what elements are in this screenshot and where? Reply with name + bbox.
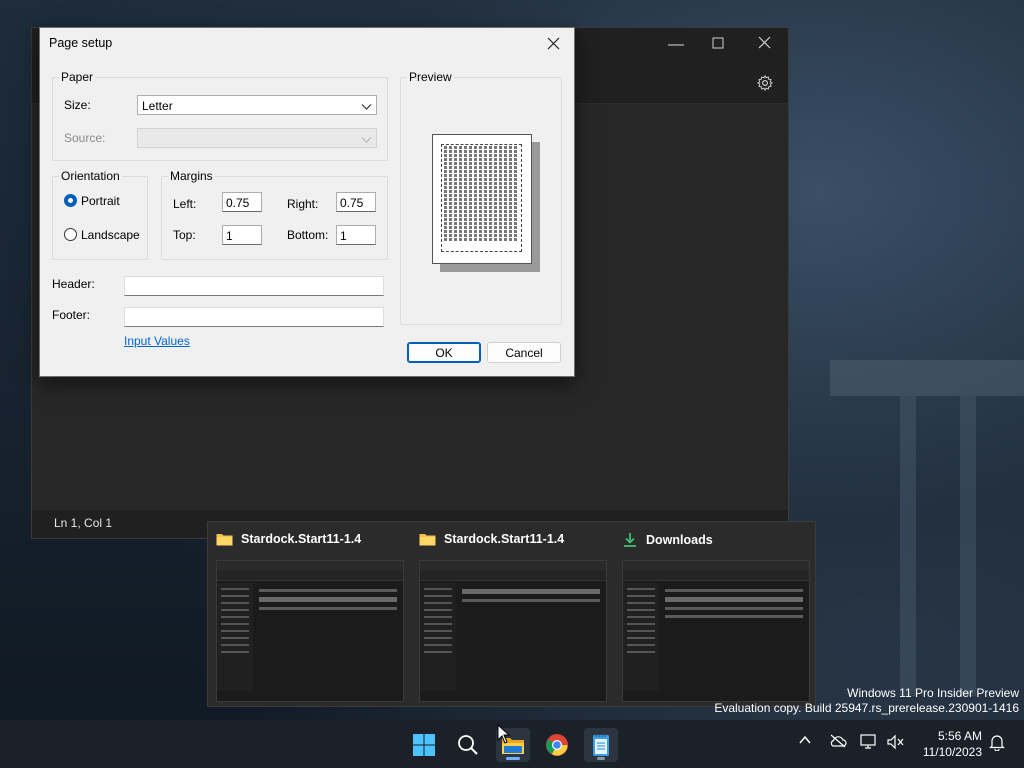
bottom-margin-value: 1 [340, 229, 347, 243]
right-margin-input[interactable]: 0.75 [336, 192, 376, 212]
folder-icon [419, 534, 436, 546]
start-button[interactable] [407, 728, 441, 762]
thumbnail-title: Stardock.Start11-1.4 [216, 532, 361, 546]
size-label: Size: [64, 98, 91, 112]
notifications-bell-icon[interactable] [989, 734, 1005, 754]
footer-input[interactable] [124, 307, 384, 327]
download-icon [624, 533, 636, 547]
paper-group-label: Paper [59, 70, 96, 84]
preview-text-lines [442, 146, 521, 241]
show-hidden-icons-chevron-icon[interactable] [799, 734, 811, 748]
settings-gear-icon[interactable] [756, 74, 774, 95]
thumbnail-preview [216, 560, 404, 702]
running-indicator [506, 757, 520, 760]
preview-page [432, 134, 532, 264]
orientation-group-label: Orientation [59, 169, 122, 183]
search-icon [458, 735, 478, 755]
clock-time: 5:56 AM [937, 729, 982, 743]
header-input[interactable] [124, 276, 384, 296]
paper-group: Paper Size: Letter Source: [52, 70, 388, 161]
input-values-link[interactable]: Input Values [124, 334, 190, 348]
taskbar-thumbnail-flyout: Stardock.Start11-1.4 Stardock.Start11-1.… [207, 521, 816, 707]
ok-button[interactable]: OK [407, 342, 481, 363]
dialog-title: Page setup [49, 36, 113, 50]
maximize-icon[interactable] [704, 36, 732, 54]
search-button[interactable] [451, 728, 485, 762]
watermark-line-2: Evaluation copy. Build 25947.rs_prerelea… [714, 701, 1019, 715]
wallpaper-table-leg [960, 396, 976, 696]
network-icon[interactable] [860, 734, 878, 753]
thumbnail-preview [622, 560, 810, 702]
mouse-cursor-icon [497, 724, 511, 744]
landscape-label[interactable]: Landscape [81, 228, 140, 242]
notepad-icon [593, 734, 609, 756]
top-margin-label: Top: [173, 228, 196, 242]
size-select[interactable]: Letter [137, 95, 377, 115]
orientation-group: Orientation Portrait Landscape [52, 169, 148, 260]
footer-label: Footer: [52, 308, 91, 322]
left-margin-label: Left: [173, 197, 197, 211]
right-margin-label: Right: [287, 197, 319, 211]
running-indicator [597, 757, 605, 760]
windows-logo-icon [413, 734, 435, 756]
preview-group: Preview [400, 70, 562, 325]
bottom-margin-input[interactable]: 1 [336, 225, 376, 245]
source-select [137, 128, 377, 148]
dialog-close-button[interactable] [540, 32, 566, 54]
bottom-margin-label: Bottom: [287, 228, 329, 242]
top-margin-input[interactable]: 1 [222, 225, 262, 245]
wallpaper-table-leg [900, 396, 916, 696]
size-select-value: Letter [142, 99, 173, 113]
left-margin-value: 0.75 [226, 196, 250, 210]
right-margin-value: 0.75 [340, 196, 364, 210]
thumbnail-title: Downloads [622, 532, 713, 548]
chrome-icon [546, 734, 568, 756]
thumbnail-preview [419, 560, 607, 702]
wallpaper-table [830, 360, 1024, 396]
cursor-position: Ln 1, Col 1 [54, 516, 113, 530]
thumbnail-downloads[interactable]: Downloads [614, 522, 814, 708]
thumbnail-explorer-2[interactable]: Stardock.Start11-1.4 [411, 522, 611, 708]
taskbar-chrome[interactable] [540, 728, 574, 762]
onedrive-offline-icon[interactable] [829, 734, 847, 751]
page-setup-dialog: Page setup Paper Size: Letter Source: Or… [39, 27, 575, 377]
minimize-icon[interactable]: — [662, 36, 690, 54]
taskbar-clock[interactable]: 5:56 AM 11/10/2023 [923, 728, 982, 760]
preview-group-label: Preview [407, 70, 454, 84]
margins-group: Margins Left: 0.75 Right: 0.75 Top: 1 Bo… [161, 169, 388, 260]
watermark-line-1: Windows 11 Pro Insider Preview [847, 686, 1019, 700]
left-margin-input[interactable]: 0.75 [222, 192, 262, 212]
thumbnail-explorer-1[interactable]: Stardock.Start11-1.4 [208, 522, 408, 708]
thumbnail-title-text: Stardock.Start11-1.4 [444, 532, 565, 546]
source-label: Source: [64, 131, 106, 145]
preview-margin-box [441, 144, 522, 252]
thumbnail-title-text: Stardock.Start11-1.4 [241, 532, 362, 546]
thumbnail-title: Stardock.Start11-1.4 [419, 532, 564, 546]
chevron-down-icon [361, 133, 372, 147]
landscape-radio[interactable] [64, 228, 77, 241]
taskbar: 5:56 AM 11/10/2023 [0, 720, 1024, 768]
folder-icon [216, 534, 233, 546]
top-margin-value: 1 [226, 229, 233, 243]
evaluation-watermark: Windows 11 Pro Insider Preview Evaluatio… [714, 686, 1019, 716]
taskbar-notepad[interactable] [584, 728, 618, 762]
cancel-button[interactable]: Cancel [487, 342, 561, 363]
close-icon[interactable] [750, 36, 778, 54]
portrait-radio[interactable] [64, 194, 77, 207]
header-label: Header: [52, 277, 95, 291]
chevron-down-icon [361, 100, 372, 114]
portrait-label[interactable]: Portrait [81, 194, 120, 208]
volume-muted-icon[interactable] [886, 734, 904, 753]
thumbnail-title-text: Downloads [646, 533, 713, 547]
close-icon [547, 37, 559, 49]
clock-date: 11/10/2023 [922, 745, 982, 759]
margins-group-label: Margins [168, 169, 215, 183]
